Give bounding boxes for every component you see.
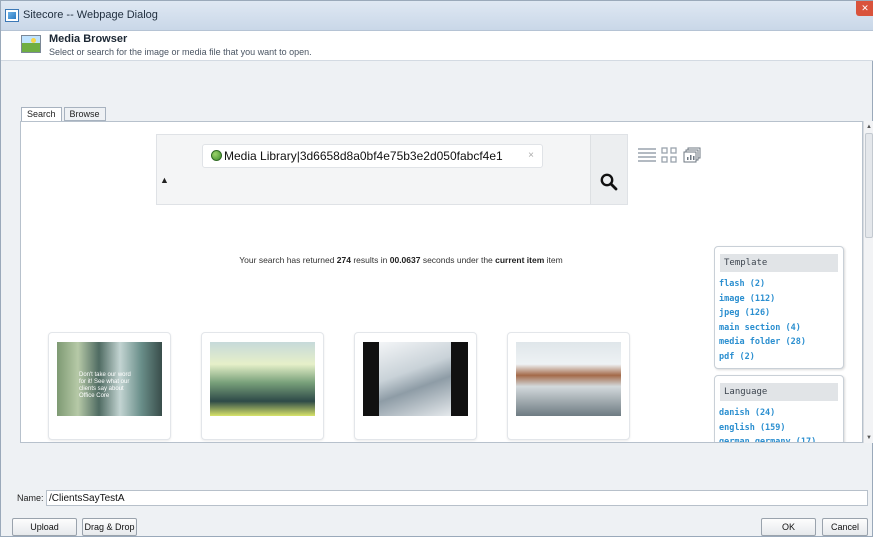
gallery-view-icon[interactable] [683,147,701,168]
facet-link[interactable]: image (112) [715,292,843,307]
ok-button[interactable]: OK [761,518,816,536]
thumbnail-card[interactable] [201,332,324,440]
search-button[interactable] [590,135,627,204]
language-facet: Language danish (24) english (159) germa… [714,375,844,442]
thumbnail-image: Don't take our word for it! See what our… [57,342,162,416]
template-facet: Template flash (2) image (112) jpeg (126… [714,246,844,369]
facet-link[interactable]: media folder (28) [715,335,843,350]
thumbnail-image [363,342,468,416]
globe-icon [211,150,222,161]
tab-browse[interactable]: Browse [63,107,106,121]
tab-search[interactable]: Search [21,107,62,122]
scroll-thumb[interactable] [865,133,873,238]
results-time: 00.0637 [389,255,421,265]
language-facet-title: Language [720,383,838,401]
search-panel: ▲ Media Library|3d6658d8a0bf4e75b3e2d050… [20,121,863,443]
grid-view-icon[interactable] [661,147,677,168]
tab-strip: Search Browse [21,107,108,122]
facet-link[interactable]: main section (4) [715,321,843,336]
vertical-scrollbar[interactable]: ▲ ▼ [863,121,873,443]
thumbnail-card[interactable] [354,332,477,440]
name-label: Name: [17,493,44,503]
window-title: Sitecore -- Webpage Dialog [23,9,158,21]
facet-link[interactable]: pdf (2) [715,350,843,365]
list-view-icon[interactable] [638,147,656,168]
dialog-title: Media Browser [49,33,128,45]
upload-button[interactable]: Upload [12,518,77,536]
results-scope: current item [495,255,545,265]
facet-link[interactable]: danish (24) [715,406,843,421]
media-browser-dialog: Sitecore -- Webpage Dialog ✕ Media Brows… [0,0,873,537]
thumbnail-card[interactable] [507,332,630,440]
collapse-toggle-icon[interactable]: ▲ [160,175,169,185]
thumbnail-overlay-text: Don't take our word for it! See what our… [79,372,131,399]
cancel-button[interactable]: Cancel [822,518,868,536]
search-token[interactable]: Media Library|3d6658d8a0bf4e75b3e2d050fa… [202,144,543,168]
search-token-label: Media Library|3d6658d8a0bf4e75b3e2d050fa… [224,149,503,163]
media-image-icon [21,35,41,53]
facet-link[interactable]: jpeg (126) [715,306,843,321]
facet-link[interactable]: german_germany (17) [715,435,843,442]
results-text-1: results in [350,255,390,265]
scroll-down-icon[interactable]: ▼ [866,435,872,441]
search-icon [600,173,618,191]
results-prefix: Your search has returned [239,255,337,265]
thumbnail-card[interactable]: Don't take our word for it! See what our… [48,332,171,440]
thumbnail-image [210,342,315,416]
results-count: 274 [336,255,351,265]
results-summary: Your search has returned 274 results in … [156,255,646,265]
results-text-2: seconds under the [420,255,496,265]
dialog-header: Media Browser Select or search for the i… [1,31,873,61]
scroll-up-icon[interactable]: ▲ [866,124,872,130]
close-icon[interactable]: ✕ [856,1,873,16]
remove-token-icon[interactable]: × [528,145,534,167]
template-facet-title: Template [720,254,838,272]
results-suffix: item [544,255,563,265]
facet-link[interactable]: flash (2) [715,277,843,292]
facet-link[interactable]: english (159) [715,421,843,436]
name-field[interactable] [46,490,868,506]
dialog-subtitle: Select or search for the image or media … [49,47,312,57]
webpage-dialog-icon [5,9,19,22]
drag-drop-button[interactable]: Drag & Drop [82,518,137,536]
search-box: ▲ Media Library|3d6658d8a0bf4e75b3e2d050… [156,134,628,205]
name-row: Name: [1,489,873,507]
thumbnail-image [516,342,621,416]
title-bar: Sitecore -- Webpage Dialog ✕ [1,1,873,31]
